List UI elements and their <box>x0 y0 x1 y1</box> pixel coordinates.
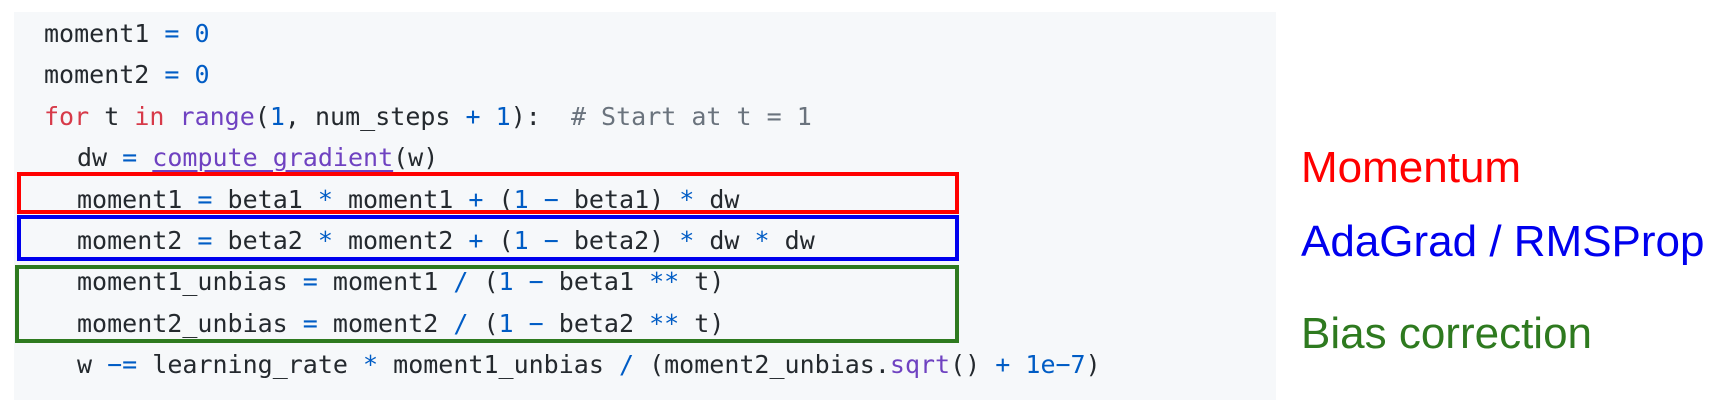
momentum-highlight-box <box>17 172 959 214</box>
code-line-1: moment1 = 0 <box>44 19 210 48</box>
code-line-9: w −= learning_rate * moment1_unbias / (m… <box>77 350 1101 379</box>
code-line-2: moment2 = 0 <box>44 60 210 89</box>
momentum-label: Momentum <box>1301 143 1522 192</box>
bias-correction-label: Bias correction <box>1301 309 1593 358</box>
adagrad-highlight-box <box>17 215 959 261</box>
bias-correction-highlight-box <box>15 265 959 343</box>
adagrad-rmsprop-label: AdaGrad / RMSProp <box>1301 217 1705 266</box>
code-line-3: for t in range(1, num_steps + 1): # Star… <box>44 102 812 131</box>
